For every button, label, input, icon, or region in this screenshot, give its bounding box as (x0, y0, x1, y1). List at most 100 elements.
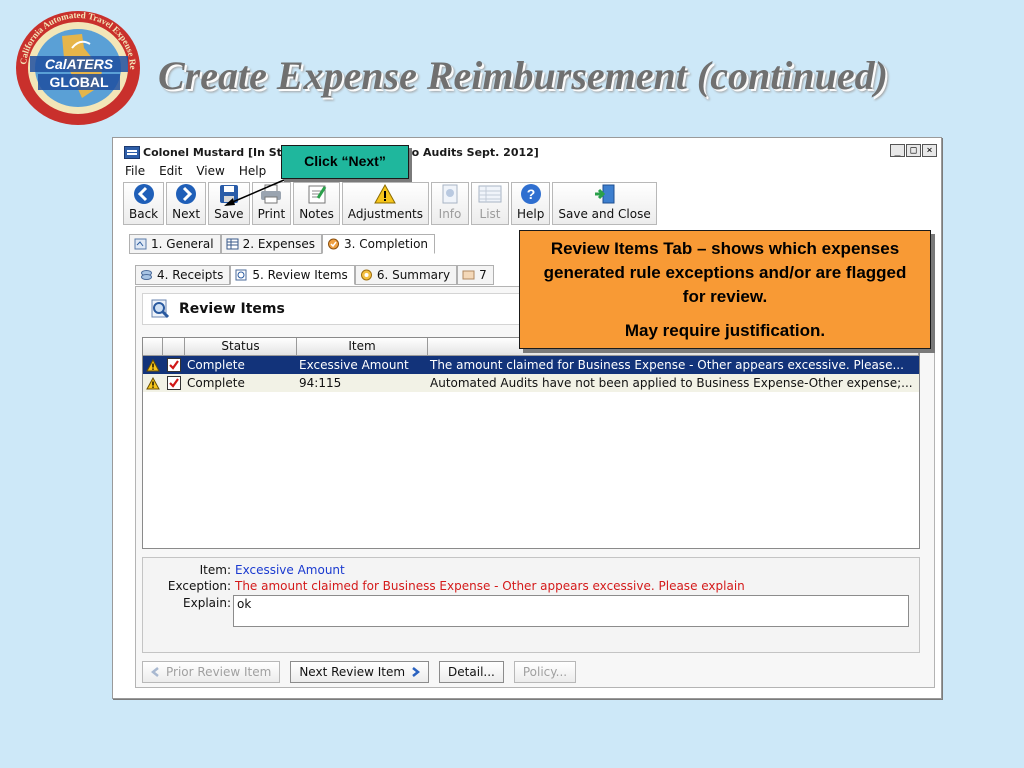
check-icon (167, 376, 181, 390)
back-button[interactable]: Back (123, 182, 165, 225)
app-window: Colonel Mustard [In St o Audits Sept. 20… (112, 137, 942, 699)
completion-subtab-strip: 4. Receipts 5. Review Items 6. Summary 7 (135, 265, 494, 285)
window-controls: _ □ × (890, 144, 937, 157)
menu-file[interactable]: File (125, 162, 145, 180)
tab-receipts[interactable]: 4. Receipts (135, 265, 231, 285)
tab-review-items-label: 5. Review Items (252, 268, 348, 282)
close-button[interactable]: × (922, 144, 937, 157)
save-and-close-label: Save and Close (558, 207, 651, 221)
main-tab-strip: 1. General 2. Expenses 3. Completion (129, 234, 436, 254)
info-button[interactable]: Info (431, 182, 470, 225)
help-icon: ? (518, 183, 544, 205)
detail-exception-row: Exception: The amount claimed for Busine… (143, 578, 919, 594)
toolbar: Back Next Save Print Notes Adjustments I… (123, 182, 657, 226)
tab-summary-label: 6. Summary (376, 268, 451, 282)
tab-general-label: 1. General (151, 237, 214, 251)
next-review-item-button[interactable]: Next Review Item (290, 661, 430, 683)
save-disk-icon (216, 183, 242, 205)
chevron-right-icon (412, 667, 421, 677)
policy-button[interactable]: Policy... (513, 661, 577, 683)
menu-edit[interactable]: Edit (159, 162, 182, 180)
explain-input[interactable]: ok (233, 595, 909, 627)
window-title: Colonel Mustard [In St (143, 146, 282, 159)
adjustments-label: Adjustments (347, 207, 424, 221)
save-label: Save (214, 207, 244, 221)
completion-icon (327, 238, 340, 250)
window-titlebar[interactable]: Colonel Mustard [In St o Audits Sept. 20… (121, 144, 941, 161)
row-description: Automated Audits have not been applied t… (430, 376, 913, 390)
minimize-button[interactable]: _ (890, 144, 905, 157)
row-status: Complete (187, 358, 245, 372)
review-icon (235, 269, 248, 281)
col-header-alert[interactable] (143, 338, 163, 356)
row-status: Complete (187, 376, 245, 390)
svg-text:?: ? (526, 186, 535, 202)
back-arrow-icon (131, 183, 157, 205)
chevron-left-icon (151, 667, 159, 677)
help-label: Help (517, 207, 545, 221)
row-item: 94:115 (299, 376, 342, 390)
tab-receipts-label: 4. Receipts (157, 268, 224, 282)
next-arrow-icon (173, 183, 199, 205)
row-checkbox[interactable] (163, 374, 185, 392)
review-items-grid: Status Item Complete Excessive Amount Th… (142, 337, 920, 549)
check-icon (167, 358, 181, 372)
item-label: Item: (199, 563, 231, 577)
calaters-logo: California Automated Travel Expense Reim… (8, 0, 144, 128)
save-button[interactable]: Save (208, 182, 250, 225)
tab-expenses[interactable]: 2. Expenses (220, 234, 323, 254)
menu-view[interactable]: View (196, 162, 224, 180)
printer-icon (258, 183, 284, 205)
item-value: Excessive Amount (235, 563, 345, 577)
row-checkbox[interactable] (163, 356, 185, 374)
info-label: Info (438, 207, 462, 221)
logo-text-bottom: GLOBAL (49, 74, 109, 90)
prior-review-item-button[interactable]: Prior Review Item (142, 661, 281, 683)
row-description: The amount claimed for Business Expense … (430, 358, 904, 372)
list-label: List (479, 207, 501, 221)
print-button[interactable]: Print (251, 182, 292, 225)
table-row[interactable]: Complete 94:115 Automated Audits have no… (143, 374, 919, 392)
col-header-status[interactable]: Status (185, 338, 297, 356)
save-close-icon (592, 183, 618, 205)
tab-completion-label: 3. Completion (344, 237, 429, 251)
tab-general[interactable]: 1. General (129, 234, 221, 254)
col-header-item[interactable]: Item (297, 338, 428, 356)
detail-button[interactable]: Detail... (439, 661, 504, 683)
next-button[interactable]: Next (166, 182, 207, 225)
notes-icon (304, 183, 330, 205)
tab-summary[interactable]: 6. Summary (354, 265, 458, 285)
col-header-check[interactable] (163, 338, 185, 356)
notes-button[interactable]: Notes (293, 182, 340, 225)
table-row[interactable]: Complete Excessive Amount The amount cla… (143, 356, 919, 374)
warning-icon (372, 183, 398, 205)
tab-completion[interactable]: 3. Completion (322, 234, 436, 254)
row-item: Excessive Amount (299, 358, 409, 372)
info-icon (437, 183, 463, 205)
menu-help[interactable]: Help (239, 162, 266, 180)
exception-value: The amount claimed for Business Expense … (235, 579, 745, 593)
app-icon (124, 146, 140, 159)
tab-expenses-label: 2. Expenses (242, 237, 316, 251)
click-next-callout: Click “Next” (281, 145, 409, 179)
next-review-item-label: Next Review Item (299, 665, 406, 679)
maximize-button[interactable]: □ (906, 144, 921, 157)
menu-bar: File Edit View Help (121, 162, 266, 180)
review-navigation: Prior Review Item Next Review Item Detai… (142, 661, 577, 683)
magnifier-icon (151, 299, 170, 319)
tab-seven-label: 7 (479, 268, 487, 282)
receipts-icon (140, 269, 153, 281)
tab-seven-icon (462, 269, 475, 281)
tab-seven[interactable]: 7 (457, 265, 494, 285)
help-button[interactable]: ? Help (511, 182, 551, 225)
policy-button-label: Policy... (522, 665, 568, 679)
window-title-tail: o Audits Sept. 2012] (411, 146, 539, 159)
adjustments-button[interactable]: Adjustments (341, 182, 430, 225)
detail-pane: Item: Excessive Amount Exception: The am… (142, 557, 920, 653)
general-icon (134, 238, 147, 250)
tab-review-items[interactable]: 5. Review Items (230, 265, 355, 285)
list-button[interactable]: List (471, 182, 510, 225)
next-label: Next (172, 207, 201, 221)
save-and-close-button[interactable]: Save and Close (552, 182, 657, 225)
summary-icon (360, 269, 373, 281)
